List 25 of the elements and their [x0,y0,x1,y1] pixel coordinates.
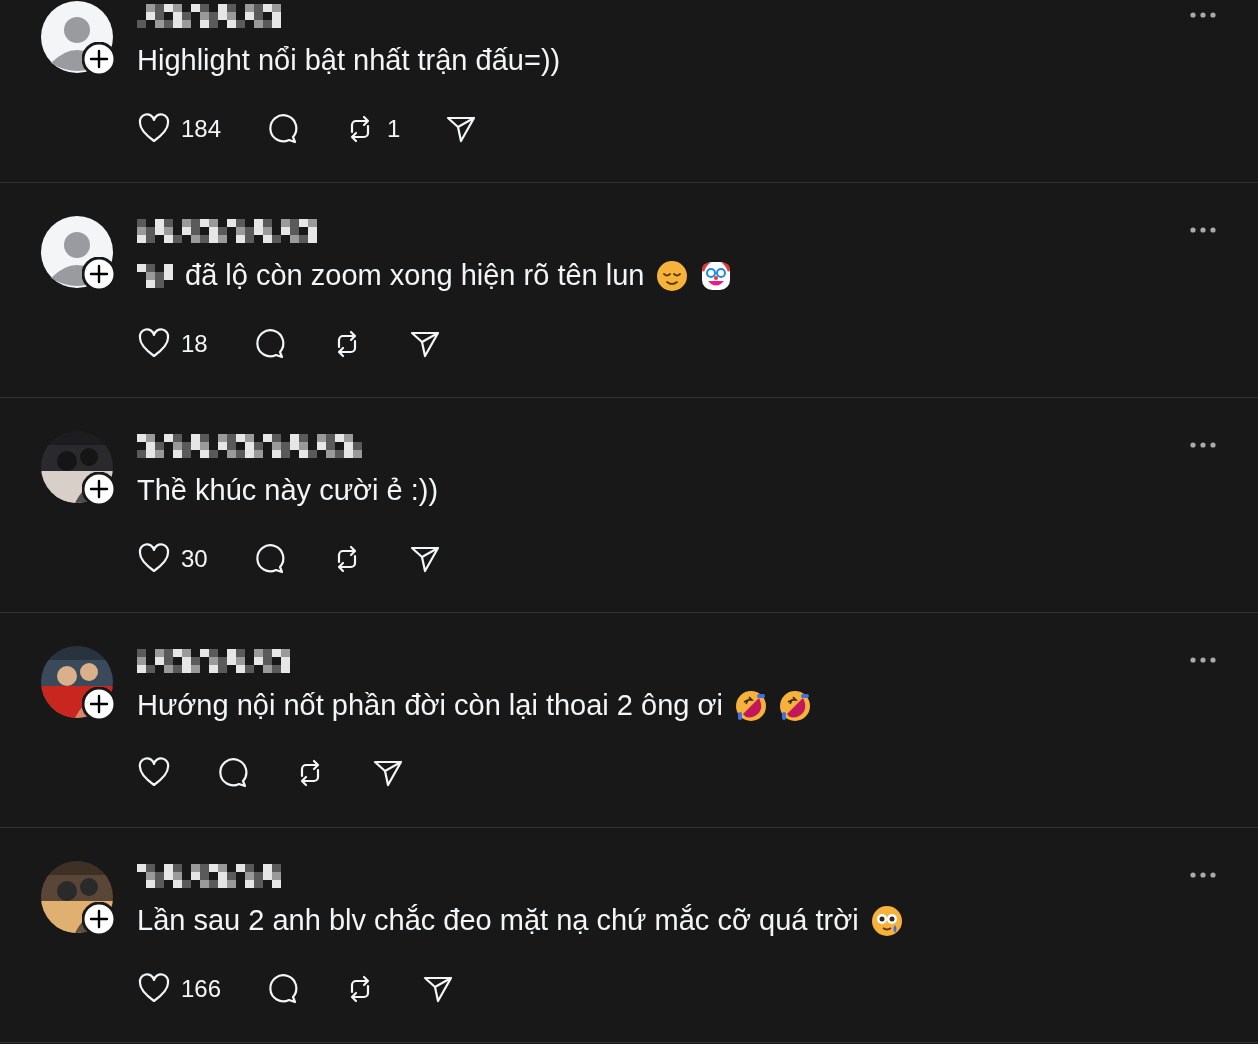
like-count: 166 [181,974,222,1004]
like-count: 18 [181,329,208,359]
follow-plus-icon[interactable] [82,902,116,936]
follow-plus-icon[interactable] [82,42,116,76]
like-count: 184 [181,114,222,144]
more-options-icon[interactable] [1189,11,1217,19]
comment-text: Highlight nổi bật nhất trận đấu=)) [137,43,561,79]
follow-plus-icon[interactable] [82,687,116,721]
more-options-icon[interactable] [1189,226,1217,234]
relieved-face-icon [656,260,689,292]
comment-text: Thề khúc này cười ẻ :)) [137,473,439,509]
follow-plus-icon[interactable] [82,257,116,291]
follow-plus-icon[interactable] [82,472,116,506]
repost-count: 1 [387,114,401,144]
comment-text: Lần sau 2 anh blv chắc đeo mặt nạ chứ mắc cỡ quá trời [137,903,859,939]
more-options-icon[interactable] [1189,871,1217,879]
laughing-face-icon [778,690,811,722]
more-options-icon[interactable] [1189,656,1217,664]
laughing-face-icon [734,690,767,722]
pleading-face-icon [870,905,903,937]
more-options-icon[interactable] [1189,441,1217,449]
comment-text: đã lộ còn zoom xong hiện rõ tên lun [185,258,645,294]
clown-face-icon [700,260,733,292]
like-count: 30 [181,544,208,574]
comment-text: Hướng nội nốt phần đời còn lại thoai 2 ông ơi [137,688,723,724]
